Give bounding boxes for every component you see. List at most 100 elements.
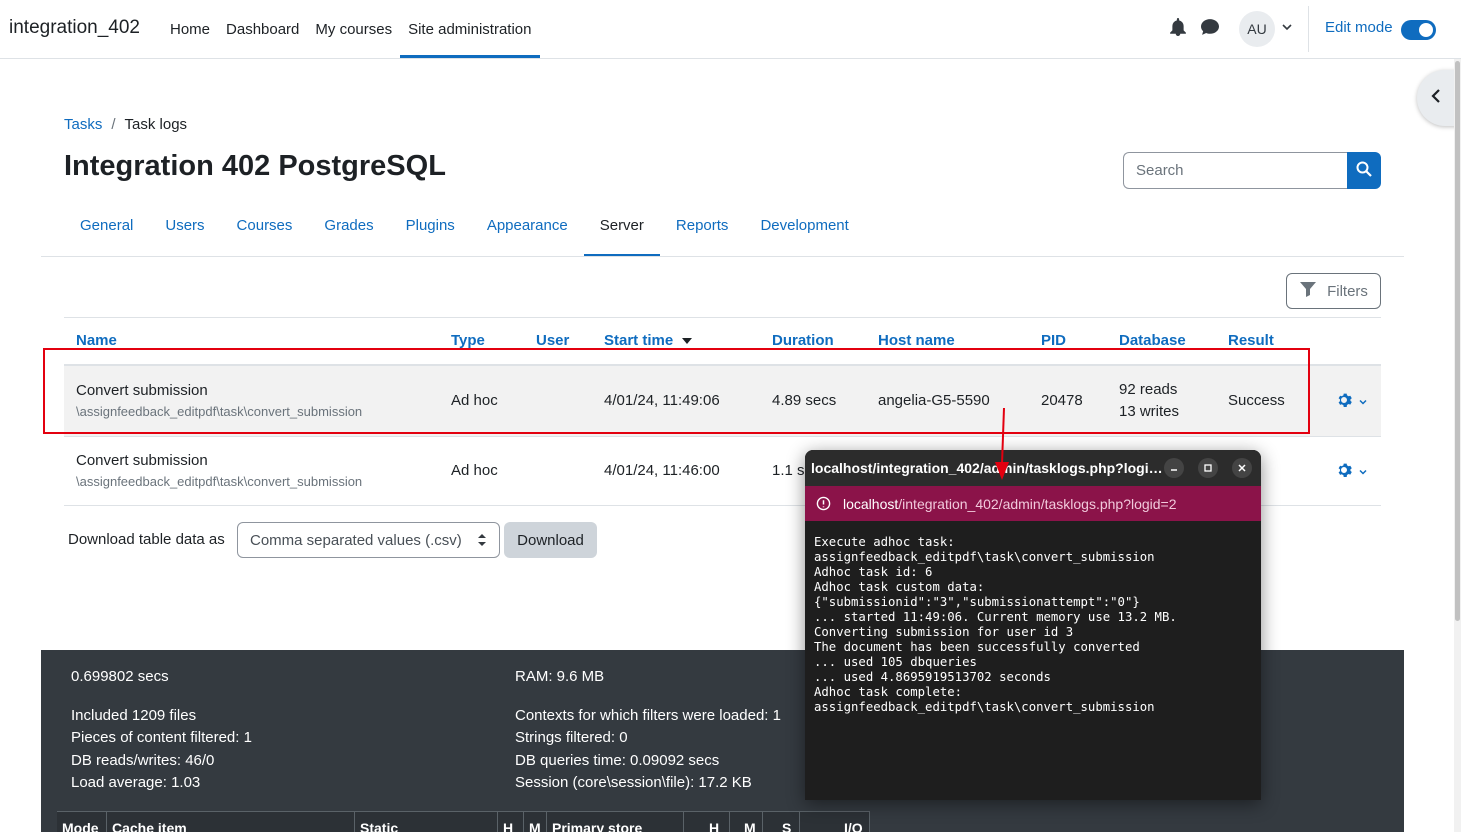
edit-mode-toggle[interactable] — [1401, 20, 1436, 40]
log-line: Adhoc task complete: — [814, 685, 963, 699]
nav-icons — [1169, 18, 1219, 40]
maximize-button[interactable] — [1198, 458, 1218, 478]
log-line: ... used 105 dbqueries — [814, 655, 977, 669]
perf-col-static: Static — [360, 820, 399, 832]
col-duration[interactable]: Duration — [772, 332, 834, 349]
tab-grades[interactable]: Grades — [308, 194, 389, 257]
perf-contexts: Contexts for which filters were loaded: … — [515, 707, 781, 724]
breadcrumb-current: Task logs — [124, 116, 188, 133]
select-arrows-icon — [477, 533, 487, 551]
chevron-down-icon[interactable] — [1281, 20, 1293, 37]
col-result[interactable]: Result — [1228, 332, 1274, 349]
perf-col-s: S — [782, 820, 792, 832]
sort-desc-icon — [682, 338, 693, 344]
divider — [41, 256, 1404, 257]
tab-general[interactable]: General — [64, 194, 149, 257]
col-type[interactable]: Type — [451, 332, 485, 349]
secondary-navigation: General Users Courses Grades Plugins App… — [64, 194, 865, 257]
task-host: angelia-G5-5590 — [878, 392, 990, 409]
close-button[interactable] — [1232, 458, 1252, 478]
log-line: {"submissionid":"3","submissionattempt":… — [814, 595, 1140, 609]
perf-files: Included 1209 files — [71, 707, 197, 724]
bell-icon[interactable] — [1169, 18, 1187, 40]
nav-divider — [1308, 6, 1309, 52]
task-classname: \assignfeedback_editpdf\task\convert_sub… — [76, 404, 363, 419]
log-line: Execute adhoc task: — [814, 535, 955, 549]
task-classname: \assignfeedback_editpdf\task\convert_sub… — [76, 474, 363, 489]
page-scrollbar[interactable] — [1454, 59, 1461, 832]
popup-url-bar[interactable]: localhost/integration_402/admin/tasklogs… — [805, 486, 1261, 521]
perf-time: 0.699802 secs — [71, 668, 169, 685]
task-db-writes: 13 writes — [1119, 403, 1180, 420]
close-icon — [1237, 460, 1247, 477]
tab-appearance[interactable]: Appearance — [471, 194, 584, 257]
col-start-time[interactable]: Start time — [604, 332, 693, 349]
col-database[interactable]: Database — [1119, 332, 1186, 349]
download-label: Download table data as — [68, 531, 225, 548]
nav-site-administration[interactable]: Site administration — [400, 0, 540, 58]
task-db-reads: 92 reads — [1119, 381, 1178, 398]
breadcrumb-tasks[interactable]: Tasks — [64, 116, 102, 133]
perf-strings: Strings filtered: 0 — [515, 729, 628, 746]
task-name: Convert submission — [76, 452, 208, 469]
popup-url: localhost/integration_402/admin/tasklogs… — [843, 496, 1177, 512]
tab-users[interactable]: Users — [149, 194, 220, 257]
breadcrumb: Tasks / Task logs — [64, 116, 187, 133]
filters-button[interactable]: Filters — [1286, 273, 1381, 309]
perf-ram: RAM: 9.6 MB — [515, 668, 605, 685]
perf-col-m2: M — [744, 820, 756, 832]
filter-icon — [1299, 281, 1317, 301]
task-duration: 1.1 s — [772, 462, 805, 479]
tab-development[interactable]: Development — [744, 194, 864, 257]
primary-navigation: Home Dashboard My courses Site administr… — [162, 0, 540, 58]
user-avatar[interactable]: AU — [1239, 11, 1275, 47]
perf-db-rw: DB reads/writes: 46/0 — [71, 752, 215, 769]
perf-db-time: DB queries time: 0.09092 secs — [515, 752, 720, 769]
log-line: ... used 4.8695919513702 seconds — [814, 670, 1051, 684]
nav-dashboard[interactable]: Dashboard — [218, 0, 307, 58]
log-line: Adhoc task id: 6 — [814, 565, 933, 579]
row-actions-menu[interactable] — [1336, 462, 1368, 482]
nav-my-courses[interactable]: My courses — [307, 0, 400, 58]
site-name[interactable]: integration_402 — [9, 17, 140, 39]
col-user[interactable]: User — [536, 332, 569, 349]
perf-col-h: H — [503, 820, 514, 832]
tab-plugins[interactable]: Plugins — [390, 194, 471, 257]
log-line: Converting submission for user id 3 — [814, 625, 1074, 639]
log-line: assignfeedback_editpdf\task\convert_subm… — [814, 700, 1155, 714]
admin-search — [1123, 152, 1381, 189]
gear-icon — [1336, 392, 1352, 412]
maximize-icon — [1203, 460, 1213, 477]
log-line: Adhoc task custom data: — [814, 580, 985, 594]
search-button[interactable] — [1347, 152, 1381, 189]
tab-reports[interactable]: Reports — [660, 194, 745, 257]
search-input[interactable] — [1123, 152, 1348, 189]
task-duration: 4.89 secs — [772, 392, 837, 409]
task-type: Ad hoc — [451, 462, 498, 479]
chat-icon[interactable] — [1201, 18, 1219, 40]
task-pid: 20478 — [1041, 392, 1083, 409]
nav-home[interactable]: Home — [162, 0, 218, 58]
tab-courses[interactable]: Courses — [221, 194, 309, 257]
edit-mode-label[interactable]: Edit mode — [1325, 19, 1393, 36]
perf-col-primary-store: Primary store — [552, 820, 643, 832]
perf-load: Load average: 1.03 — [71, 774, 201, 791]
row-divider — [64, 436, 1381, 437]
col-pid[interactable]: PID — [1041, 332, 1066, 349]
download-button[interactable]: Download — [504, 522, 597, 558]
chevron-down-icon — [1358, 394, 1368, 411]
col-host-name[interactable]: Host name — [878, 332, 955, 349]
table-border — [64, 317, 1381, 318]
minimize-button[interactable] — [1164, 458, 1184, 478]
row-actions-menu[interactable] — [1336, 392, 1368, 412]
page-title: Integration 402 PostgreSQL — [64, 150, 446, 182]
url-host: localhost — [843, 496, 899, 512]
perf-col-m: M — [529, 820, 541, 832]
popup-titlebar[interactable]: localhost/integration_402/admin/tasklogs… — [805, 450, 1261, 486]
perf-filtered: Pieces of content filtered: 1 — [71, 729, 252, 746]
info-icon[interactable] — [816, 496, 831, 515]
perf-col-cache-item: Cache item — [112, 820, 187, 832]
download-format-select[interactable]: Comma separated values (.csv) — [237, 522, 500, 558]
tab-server[interactable]: Server — [583, 194, 660, 257]
col-name[interactable]: Name — [76, 332, 117, 349]
